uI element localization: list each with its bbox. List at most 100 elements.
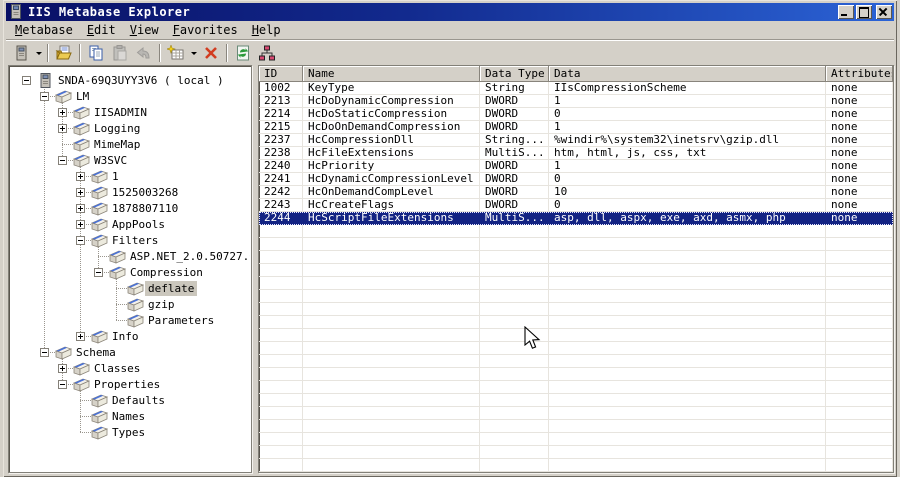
expand-plus-icon[interactable]	[76, 172, 85, 181]
cell-id	[259, 316, 303, 329]
table-row[interactable]: 2214 HcDoStaticCompression DWORD 0 none	[259, 108, 893, 121]
maximize-button[interactable]	[856, 5, 872, 19]
collapse-minus-icon[interactable]	[58, 380, 67, 389]
collapse-minus-icon[interactable]	[40, 348, 49, 357]
new-key-button-dropdown[interactable]	[188, 42, 199, 64]
cell-name	[303, 238, 480, 251]
tree-item-types[interactable]: Types	[109, 425, 148, 440]
column-header-id[interactable]: ID	[259, 66, 303, 82]
menu-help[interactable]: Help	[248, 22, 285, 38]
tree-item-logging[interactable]: Logging	[91, 121, 143, 136]
table-row[interactable]: 2240 HcPriority DWORD 1 none	[259, 160, 893, 173]
collapse-minus-icon[interactable]	[94, 268, 103, 277]
expand-plus-icon[interactable]	[58, 364, 67, 373]
collapse-minus-icon[interactable]	[40, 92, 49, 101]
close-button[interactable]	[876, 5, 892, 19]
table-row[interactable]: 1002 KeyType String IIsCompressionScheme non…	[259, 82, 893, 95]
cell-name: KeyType	[303, 82, 480, 95]
column-header-name[interactable]: Name	[303, 66, 480, 82]
cell-name	[303, 407, 480, 420]
expand-plus-icon[interactable]	[76, 204, 85, 213]
connect-server-button[interactable]	[9, 42, 33, 64]
tree-item-w3svc[interactable]: W3SVC	[91, 153, 130, 168]
cell-data-type: MultiS...	[485, 212, 545, 224]
connect-server-button-dropdown[interactable]	[33, 42, 44, 64]
column-header-data[interactable]: Data	[549, 66, 826, 82]
tree-item-mimemap[interactable]: MimeMap	[91, 137, 143, 152]
minimize-button[interactable]	[838, 5, 854, 19]
cell-attributes	[826, 251, 893, 264]
expand-plus-icon[interactable]	[76, 188, 85, 197]
table-row[interactable]: 2213 HcDoDynamicCompression DWORD 1 none	[259, 95, 893, 108]
tree-item-info[interactable]: Info	[109, 329, 142, 344]
collapse-minus-icon[interactable]	[76, 236, 85, 245]
cell-attributes: none	[826, 82, 893, 95]
table-row[interactable]: 2238 HcFileExtensions MultiS... htm, html, …	[259, 147, 893, 160]
cell-data-type	[480, 316, 549, 329]
copy-button[interactable]	[84, 42, 108, 64]
tree-item-1878807110[interactable]: 1878807110	[109, 201, 181, 216]
tree-item-parameters[interactable]: Parameters	[145, 313, 217, 328]
tree-item-lm[interactable]: LM	[73, 89, 92, 104]
table-row[interactable]: 2244 HcScriptFileExtensions MultiS... asp, …	[259, 212, 893, 225]
expand-plus-icon[interactable]	[76, 332, 85, 341]
menu-favorites[interactable]: Favorites	[169, 22, 242, 38]
cell-data	[549, 355, 826, 368]
table-empty-row	[259, 264, 893, 277]
tree-item-classes[interactable]: Classes	[91, 361, 143, 376]
table-row[interactable]: 2241 HcDynamicCompressionLevel DWORD 0 none	[259, 173, 893, 186]
tree-item-defaults[interactable]: Defaults	[109, 393, 168, 408]
tree-item-compression[interactable]: Compression	[127, 265, 206, 280]
collapse-minus-icon[interactable]	[58, 156, 67, 165]
undo-button[interactable]	[132, 42, 156, 64]
table-row[interactable]: 2237 HcCompressionDll String... %windir%\sy…	[259, 134, 893, 147]
menu-edit[interactable]: Edit	[83, 22, 120, 38]
table-row[interactable]: 2215 HcDoOnDemandCompression DWORD 1 none	[259, 121, 893, 134]
tree-view-button[interactable]	[255, 42, 279, 64]
tree-item-schema[interactable]: Schema	[73, 345, 119, 360]
open-button[interactable]	[52, 42, 76, 64]
cell-id	[259, 303, 303, 316]
expand-plus-icon[interactable]	[76, 220, 85, 229]
refresh-button[interactable]	[231, 42, 255, 64]
expand-plus-icon[interactable]	[58, 108, 67, 117]
collapse-minus-icon[interactable]	[22, 76, 31, 85]
cell-id: 2213	[259, 95, 303, 108]
tree-item-deflate[interactable]: deflate	[145, 281, 198, 296]
table-empty-row	[259, 420, 893, 433]
tree-item-snda-69q3uyy3v6-local-[interactable]: SNDA-69Q3UYY3V6 ( local )	[55, 73, 227, 88]
tree-item-asp-net-2-0-50727-0[interactable]: ASP.NET_2.0.50727.0	[127, 249, 250, 264]
paste-button[interactable]	[108, 42, 132, 64]
new-key-button[interactable]	[164, 42, 188, 64]
tree-item-gzip[interactable]: gzip	[145, 297, 178, 312]
column-header-data-type[interactable]: Data Type	[480, 66, 549, 82]
column-header-attributes[interactable]: Attributes	[826, 66, 893, 82]
table-empty-row	[259, 355, 893, 368]
tree-item-properties[interactable]: Properties	[91, 377, 163, 392]
table-row[interactable]: 2242 HcOnDemandCompLevel DWORD 10 none	[259, 186, 893, 199]
menu-view[interactable]: View	[126, 22, 163, 38]
window-title: IIS Metabase Explorer	[28, 5, 191, 19]
title-bar[interactable]: IIS Metabase Explorer	[6, 3, 894, 21]
cell-attributes	[826, 355, 893, 368]
tree-item-names[interactable]: Names	[109, 409, 148, 424]
delete-button[interactable]	[199, 42, 223, 64]
expand-plus-icon[interactable]	[58, 124, 67, 133]
table-empty-row	[259, 407, 893, 420]
cell-attributes: none	[826, 160, 893, 173]
table-empty-row	[259, 446, 893, 459]
table-row[interactable]: 2243 HcCreateFlags DWORD 0 none	[259, 199, 893, 212]
toolbar-separator	[47, 43, 49, 62]
tree-item-1[interactable]: 1	[109, 169, 122, 184]
tree-item-apppools[interactable]: AppPools	[109, 217, 168, 232]
table-empty-row	[259, 433, 893, 446]
key-icon	[90, 425, 109, 443]
menu-metabase[interactable]: Metabase	[11, 22, 77, 38]
cell-id: 2244	[264, 212, 291, 224]
cell-id: 2240	[259, 160, 303, 173]
cell-data-type: DWORD	[480, 173, 549, 186]
cell-id	[259, 251, 303, 264]
tree-item-1525003268[interactable]: 1525003268	[109, 185, 181, 200]
tree-item-iisadmin[interactable]: IISADMIN	[91, 105, 150, 120]
tree-item-filters[interactable]: Filters	[109, 233, 161, 248]
